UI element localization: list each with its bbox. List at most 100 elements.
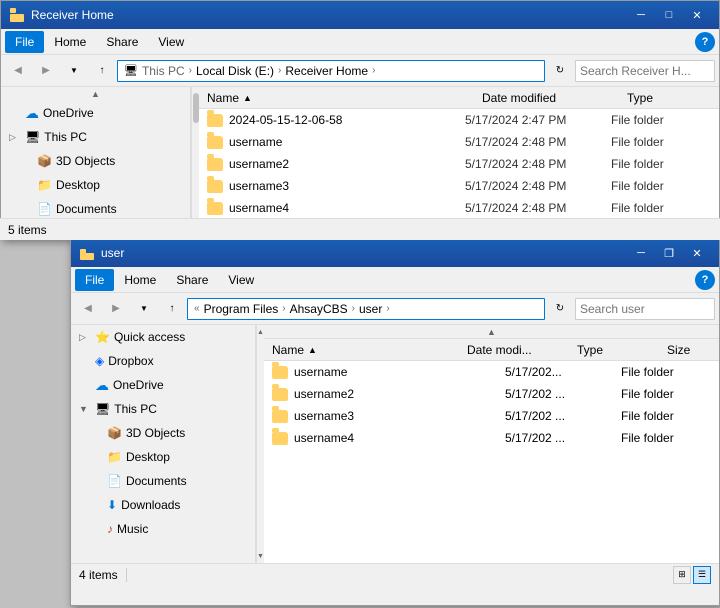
search-box-2[interactable]: 🔍	[575, 298, 715, 320]
list-view-btn-2[interactable]: ☰	[693, 566, 711, 584]
window-title-2: user	[101, 246, 627, 260]
file-item-1-2[interactable]: username2 5/17/2024 2:48 PM File folder	[199, 153, 719, 175]
scroll-top-2[interactable]: ▲	[264, 325, 719, 339]
pc-icon-2: 🖥	[95, 402, 110, 416]
content-area-1: ▲ ☁ OneDrive ▷ 🖥 This PC 📦 3D Objects 📁 …	[1, 87, 719, 219]
sidebar-music-2[interactable]: ♪ Music	[71, 517, 255, 541]
status-bar-2: 4 items ⊞ ☰	[71, 563, 719, 585]
3dobjects-icon-1: 📦	[37, 154, 52, 168]
folder-icon	[272, 366, 288, 379]
sidebar-thispc-2[interactable]: ▼ 🖥 This PC	[71, 397, 255, 421]
sidebar-onedrive-2[interactable]: ☁ OneDrive	[71, 373, 255, 397]
minimize-btn-1[interactable]: ─	[627, 1, 655, 29]
menu-file-2[interactable]: File	[75, 269, 114, 291]
forward-btn-1[interactable]: ▶	[33, 58, 59, 84]
sidebar-documents-1[interactable]: 📄 Documents	[1, 197, 190, 219]
menu-view-2[interactable]: View	[218, 269, 264, 291]
sidebar-quickaccess-2[interactable]: ▷ ⭐ Quick access	[71, 325, 255, 349]
file-item-1-0[interactable]: 2024-05-15-12-06-58 5/17/2024 2:47 PM Fi…	[199, 109, 719, 131]
file-list-2: username 5/17/202... File folder usernam…	[264, 361, 719, 563]
path-user-2: user	[359, 302, 382, 316]
search-input-2[interactable]	[580, 302, 720, 316]
back-btn-2[interactable]: ◀	[75, 296, 101, 322]
file-item-1-4[interactable]: username4 5/17/2024 2:48 PM File folder	[199, 197, 719, 219]
window-icon-2	[79, 245, 95, 261]
maximize-btn-1[interactable]: □	[655, 1, 683, 29]
col-size-2[interactable]: Size	[659, 343, 719, 357]
view-buttons-2: ⊞ ☰	[673, 566, 711, 584]
sidebar-scrollbar-2[interactable]: ▲ ▼	[256, 325, 264, 563]
file-item-2-2[interactable]: username3 5/17/202 ... File folder	[264, 405, 719, 427]
help-btn-2[interactable]: ?	[695, 270, 715, 290]
sidebar-desktop-2[interactable]: 📁 Desktop	[71, 445, 255, 469]
folder-icon	[207, 202, 223, 215]
sidebar-3dobjects-2[interactable]: 📦 3D Objects	[71, 421, 255, 445]
file-item-2-3[interactable]: username4 5/17/202 ... File folder	[264, 427, 719, 449]
col-name-2[interactable]: Name ▲	[264, 343, 459, 357]
file-item-2-1[interactable]: username2 5/17/202 ... File folder	[264, 383, 719, 405]
file-list-1: 2024-05-15-12-06-58 5/17/2024 2:47 PM Fi…	[199, 109, 719, 219]
desktop-icon-1: 📁	[37, 178, 52, 192]
refresh-btn-1[interactable]: ↻	[547, 58, 573, 84]
item-count-1: 5 items	[8, 223, 47, 237]
menu-bar-2: File Home Share View ?	[71, 267, 719, 293]
address-path-1[interactable]: 🖥 This PC › Local Disk (E:) › Receiver H…	[117, 60, 545, 82]
menu-home-1[interactable]: Home	[44, 31, 96, 53]
address-path-2[interactable]: « Program Files › AhsayCBS › user ›	[187, 298, 545, 320]
file-item-2-0[interactable]: username 5/17/202... File folder	[264, 361, 719, 383]
sidebar-onedrive-1[interactable]: ☁ OneDrive	[1, 101, 190, 125]
content-area-2: ▷ ⭐ Quick access ◈ Dropbox ☁ OneDrive ▼ …	[71, 325, 719, 563]
refresh-btn-2[interactable]: ↻	[547, 296, 573, 322]
restore-btn-2[interactable]: ❐	[655, 239, 683, 267]
path-ahsaycbs-2: AhsayCBS	[290, 302, 348, 316]
menu-file-1[interactable]: File	[5, 31, 44, 53]
close-btn-1[interactable]: ✕	[683, 1, 711, 29]
back-btn-1[interactable]: ◀	[5, 58, 31, 84]
3dobjects-icon-2: 📦	[107, 426, 122, 440]
title-bar-2: user ─ ❐ ✕	[71, 239, 719, 267]
forward-btn-2[interactable]: ▶	[103, 296, 129, 322]
up-btn-2[interactable]: ↑	[159, 296, 185, 322]
path-programfiles-2: Program Files	[204, 302, 279, 316]
sidebar-3dobjects-1[interactable]: 📦 3D Objects	[1, 149, 190, 173]
sidebar-documents-2[interactable]: 📄 Documents	[71, 469, 255, 493]
sidebar-scrollbar-1[interactable]	[191, 87, 199, 219]
col-type-2[interactable]: Type	[569, 343, 659, 357]
desktop-icon-2: 📁	[107, 450, 122, 464]
quickaccess-icon-2: ⭐	[95, 330, 110, 344]
dropbox-icon-2: ◈	[95, 354, 104, 368]
scroll-up-1[interactable]: ▲	[1, 87, 190, 101]
address-bar-1: ◀ ▶ ▼ ↑ 🖥 This PC › Local Disk (E:) › Re…	[1, 55, 719, 87]
recent-btn-1[interactable]: ▼	[61, 58, 87, 84]
file-item-1-1[interactable]: username 5/17/2024 2:48 PM File folder	[199, 131, 719, 153]
col-date-1[interactable]: Date modified	[474, 91, 619, 105]
col-name-1[interactable]: Name ▲	[199, 91, 474, 105]
menu-view-1[interactable]: View	[148, 31, 194, 53]
grid-view-btn-2[interactable]: ⊞	[673, 566, 691, 584]
sidebar-thispc-1[interactable]: ▷ 🖥 This PC	[1, 125, 190, 149]
sidebar-dropbox-2[interactable]: ◈ Dropbox	[71, 349, 255, 373]
folder-icon	[272, 432, 288, 445]
file-item-1-3[interactable]: username3 5/17/2024 2:48 PM File folder	[199, 175, 719, 197]
close-btn-2[interactable]: ✕	[683, 239, 711, 267]
sidebar-desktop-1[interactable]: 📁 Desktop	[1, 173, 190, 197]
minimize-btn-2[interactable]: ─	[627, 239, 655, 267]
menu-share-1[interactable]: Share	[96, 31, 148, 53]
user-window: user ─ ❐ ✕ File Home Share View ? ◀ ▶ ▼ …	[70, 238, 720, 606]
col-date-2[interactable]: Date modi...	[459, 343, 569, 357]
music-icon-2: ♪	[107, 522, 113, 536]
folder-icon	[207, 158, 223, 171]
menu-share-2[interactable]: Share	[166, 269, 218, 291]
window-title-1: Receiver Home	[31, 8, 627, 22]
recent-btn-2[interactable]: ▼	[131, 296, 157, 322]
receiver-home-window: Receiver Home ─ □ ✕ File Home Share View…	[0, 0, 720, 240]
sidebar-1: ▲ ☁ OneDrive ▷ 🖥 This PC 📦 3D Objects 📁 …	[1, 87, 191, 219]
help-btn-1[interactable]: ?	[695, 32, 715, 52]
search-box-1[interactable]: 🔍	[575, 60, 715, 82]
menu-home-2[interactable]: Home	[114, 269, 166, 291]
up-btn-1[interactable]: ↑	[89, 58, 115, 84]
path-thispc-label-1: This PC	[142, 64, 185, 78]
sidebar-downloads-2[interactable]: ⬇ Downloads	[71, 493, 255, 517]
search-input-1[interactable]	[580, 64, 720, 78]
col-type-1[interactable]: Type	[619, 91, 719, 105]
